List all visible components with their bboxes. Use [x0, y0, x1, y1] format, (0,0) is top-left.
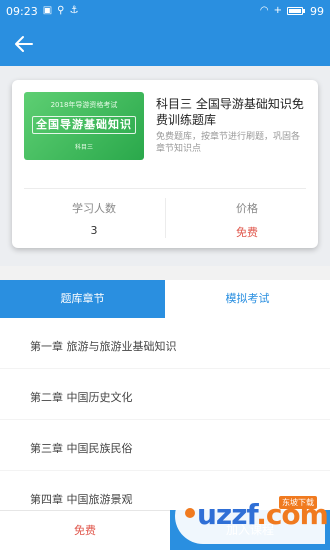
back-arrow-icon[interactable] — [12, 32, 36, 56]
watermark-dot — [185, 508, 195, 518]
status-time: 09:23 — [6, 4, 38, 18]
watermark: uzzf.com 东坡下载 — [175, 488, 329, 544]
price-value: 免费 — [236, 226, 258, 239]
watermark-tag: 东坡下载 — [279, 496, 317, 509]
course-card: 2018年导游资格考试 全国导游基础知识 科目三 科目三 全国导游基础知识免费训… — [12, 80, 318, 248]
app-bar — [0, 22, 330, 66]
chapter-item[interactable]: 第一章 旅游与旅游业基础知识 — [0, 318, 330, 369]
thumbnail-title: 全国导游基础知识 — [32, 116, 136, 134]
battery-icon — [287, 7, 305, 15]
person-icon: ⚲ — [57, 5, 65, 16]
battery-level: 99 — [310, 4, 324, 18]
course-thumbnail: 2018年导游资格考试 全国导游基础知识 科目三 — [24, 92, 144, 160]
wifi-icon: ◠ — [259, 5, 269, 16]
price-stat: 价格 免费 — [177, 200, 317, 240]
chapter-item[interactable]: 第三章 中国民族民俗 — [0, 420, 330, 471]
status-bar: 09:23 ▣ ⚲ ⚓ ◠ + 99 — [0, 0, 330, 22]
chapter-item[interactable]: 第二章 中国历史文化 — [0, 369, 330, 420]
tab-chapters[interactable]: 题库章节 — [0, 280, 165, 318]
learners-count: 3 — [90, 224, 98, 237]
tab-bar: 题库章节 模拟考试 — [0, 280, 330, 318]
learners-stat: 学习人数 3 — [24, 200, 164, 237]
card-divider — [24, 188, 306, 189]
image-icon: ▣ — [42, 5, 53, 16]
free-price-label: 免费 — [0, 510, 170, 550]
tab-mock-exam[interactable]: 模拟考试 — [165, 280, 330, 318]
charging-icon: + — [273, 5, 282, 16]
course-description: 免费题库，按章节进行刷题，巩固各章节知识点 — [156, 132, 301, 154]
thumbnail-caption: 2018年导游资格考试 — [50, 101, 118, 109]
usb-icon: ⚓ — [69, 5, 79, 16]
learners-label: 学习人数 — [72, 202, 116, 215]
stats-divider — [165, 198, 166, 238]
thumbnail-subject: 科目三 — [74, 144, 93, 151]
course-title: 科目三 全国导游基础知识免费训练题库 — [156, 97, 304, 127]
price-label: 价格 — [236, 202, 258, 215]
